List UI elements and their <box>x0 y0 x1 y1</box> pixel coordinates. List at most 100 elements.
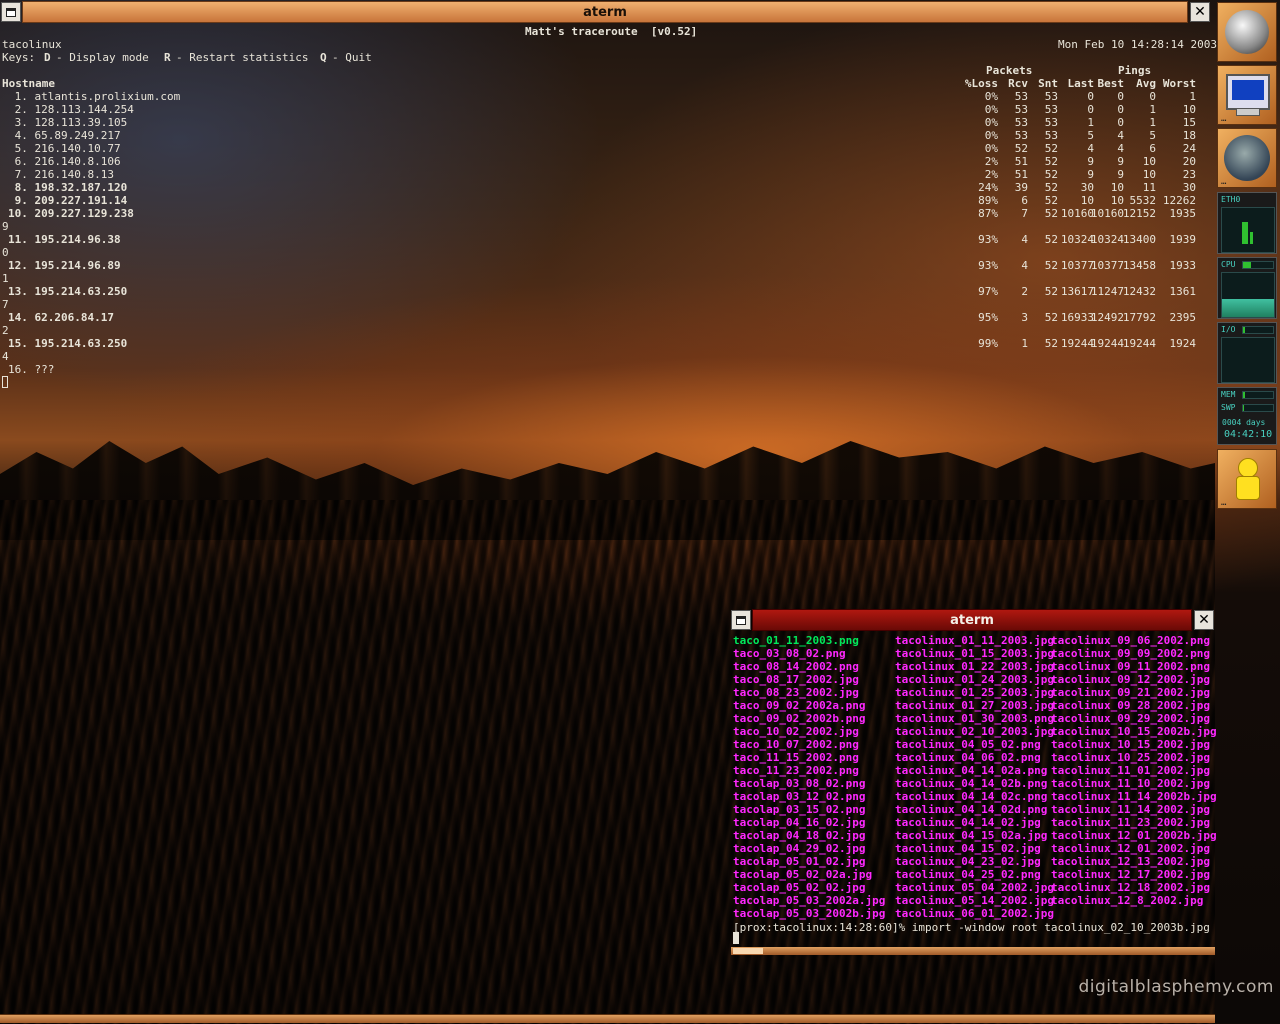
mtr-key-r: R <box>164 51 171 64</box>
mtr-hop-host: 13. 195.214.63.250 <box>8 285 128 298</box>
mtr-hop-snt: 53 <box>1044 116 1058 129</box>
mtr-hop-rcv: 53 <box>1014 103 1028 116</box>
mtr-hop-host: 8. 198.32.187.120 <box>8 181 128 194</box>
mtr-hop-worst: 18 <box>1182 129 1196 142</box>
dock-tile-logo[interactable] <box>1217 2 1277 62</box>
mtr-hop-last: 19244 <box>1060 337 1094 350</box>
mtr-hop-rcv: 52 <box>1014 142 1028 155</box>
file-entry: taco_11_23_2002.png <box>733 764 859 777</box>
mtr-hop-rcv: 3 <box>1021 311 1028 324</box>
mtr-header-rcv: Rcv <box>1008 77 1028 90</box>
ls-window-close-button[interactable]: ✕ <box>1194 610 1214 630</box>
file-entry: tacolap_03_12_02.png <box>733 790 866 803</box>
mtr-hop-rcv: 7 <box>1021 207 1028 220</box>
file-entry: tacolap_03_08_02.png <box>733 777 866 790</box>
mtr-hop-host: 2. 128.113.144.254 <box>8 103 134 116</box>
mtr-hop-loss: 87% <box>978 207 998 220</box>
file-entry: tacolap_03_15_02.png <box>733 803 866 816</box>
window-menu-button[interactable] <box>1 2 21 22</box>
dock-tile-gaim[interactable]: … <box>1217 449 1277 509</box>
main-window-bottom-border[interactable] <box>0 1014 1215 1023</box>
mtr-wrapped-digit: 1 <box>2 272 9 285</box>
file-entry: tacolinux_05_14_2002.jpg <box>895 894 1054 907</box>
file-entry: tacolap_04_29_02.jpg <box>733 842 866 855</box>
close-icon: ✕ <box>1198 612 1210 628</box>
file-entry: tacolinux_05_04_2002.jpg <box>895 881 1054 894</box>
mtr-header-snt: Snt <box>1038 77 1058 90</box>
mtr-header-worst: Worst <box>1162 77 1196 90</box>
dock-tile-gimp[interactable]: … <box>1217 128 1277 188</box>
main-window-close-button[interactable]: ✕ <box>1190 2 1210 22</box>
mtr-hop-host: 14. 62.206.84.17 <box>8 311 114 324</box>
monitor-icon <box>1226 74 1270 110</box>
mtr-hop-avg: 6 <box>1149 142 1156 155</box>
mtr-hop-rcv: 1 <box>1021 337 1028 350</box>
mtr-hop-snt: 52 <box>1044 168 1058 181</box>
main-window-title: aterm <box>583 4 627 20</box>
mtr-hop-loss: 0% <box>984 116 998 129</box>
mtr-hop-snt: 52 <box>1044 194 1058 207</box>
mtr-key-d-desc: - Display mode <box>56 51 149 64</box>
mtr-hop-rcv: 4 <box>1021 233 1028 246</box>
scrollbar-thumb[interactable] <box>733 948 763 954</box>
mtr-hop-last: 9 <box>1087 155 1094 168</box>
mem-label: MEM <box>1221 390 1236 399</box>
mtr-hop-rcv: 53 <box>1014 129 1028 142</box>
net-graph <box>1221 207 1275 253</box>
mtr-hop-last: 0 <box>1087 103 1094 116</box>
file-entry: tacolinux_04_23_02.jpg <box>895 855 1041 868</box>
mtr-hop-host: 4. 65.89.249.217 <box>8 129 121 142</box>
mtr-hop-loss: 2% <box>984 168 998 181</box>
mtr-hop-snt: 52 <box>1044 142 1058 155</box>
mtr-hop-loss: 0% <box>984 129 998 142</box>
file-entry: tacolinux_12_13_2002.jpg <box>1051 855 1210 868</box>
mtr-hostname-header: Hostname <box>2 77 55 90</box>
mtr-hop-snt: 52 <box>1044 207 1058 220</box>
file-entry: tacolap_05_03_2002a.jpg <box>733 894 886 907</box>
cpu-monitor-dockapp: CPU <box>1217 257 1277 319</box>
mtr-hop-worst: 20 <box>1182 155 1196 168</box>
mtr-terminal[interactable]: Matt's traceroute [v0.52] tacolinux Mon … <box>0 24 1217 414</box>
mtr-hop-avg: 12152 <box>1122 207 1156 220</box>
mtr-hop-rcv: 53 <box>1014 116 1028 129</box>
ls-window-titlebar[interactable]: aterm <box>752 609 1192 631</box>
mtr-hop-host: 1. atlantis.prolixium.com <box>8 90 181 103</box>
file-entry: taco_09_02_2002a.png <box>733 699 866 712</box>
file-entry: tacolinux_11_23_2002.jpg <box>1051 816 1210 829</box>
file-entry: taco_01_11_2003.png <box>733 634 859 647</box>
file-entry: tacolinux_01_11_2003.jpg <box>895 634 1054 647</box>
file-entry: tacolinux_09_12_2002.jpg <box>1051 673 1210 686</box>
mtr-hop-last: 10324 <box>1060 233 1094 246</box>
main-window-titlebar[interactable]: aterm <box>22 1 1188 23</box>
mtr-hop-best: 9 <box>1117 155 1124 168</box>
mtr-hop-loss: 97% <box>978 285 998 298</box>
mtr-hop-best: 10324 <box>1090 233 1124 246</box>
shell-prompt: [prox:tacolinux:14:28:60]% import -windo… <box>733 921 1210 934</box>
mtr-hop-best: 12492 <box>1090 311 1124 324</box>
mtr-hop-avg: 1 <box>1149 116 1156 129</box>
file-entry: tacolinux_04_14_02c.png <box>895 790 1048 803</box>
mtr-hop-last: 0 <box>1087 90 1094 103</box>
uptime-clock: 04:42:10 <box>1224 429 1273 440</box>
mtr-hop-avg: 13458 <box>1122 259 1156 272</box>
ls-window-scrollbar[interactable] <box>731 947 1215 955</box>
cpu-usage-bar <box>1242 261 1274 269</box>
dock-tile-terminal[interactable]: … <box>1217 65 1277 125</box>
mtr-hop-host: 3. 128.113.39.105 <box>8 116 128 129</box>
mtr-wrapped-digit: 7 <box>2 298 9 311</box>
mtr-hop-loss: 2% <box>984 155 998 168</box>
swp-usage-bar <box>1242 404 1274 412</box>
file-entry: taco_10_02_2002.jpg <box>733 725 859 738</box>
window-menu-icon <box>6 7 16 17</box>
mtr-hostname: tacolinux <box>2 38 62 51</box>
terminal-cursor <box>2 376 8 388</box>
mtr-hop-worst: 23 <box>1182 168 1196 181</box>
mtr-hop-worst: 10 <box>1182 103 1196 116</box>
ls-terminal[interactable]: taco_01_11_2003.png taco_03_08_02.png taco… <box>731 632 1217 950</box>
mtr-hop-worst: 1361 <box>1169 285 1197 298</box>
ls-window-menu-button[interactable] <box>731 610 751 630</box>
uptime-days: 0004 days <box>1222 418 1266 427</box>
mtr-hop-worst: 24 <box>1182 142 1196 155</box>
file-entry: tacolinux_09_11_2002.png <box>1051 660 1210 673</box>
file-entry: tacolinux_01_25_2003.jpg <box>895 686 1054 699</box>
